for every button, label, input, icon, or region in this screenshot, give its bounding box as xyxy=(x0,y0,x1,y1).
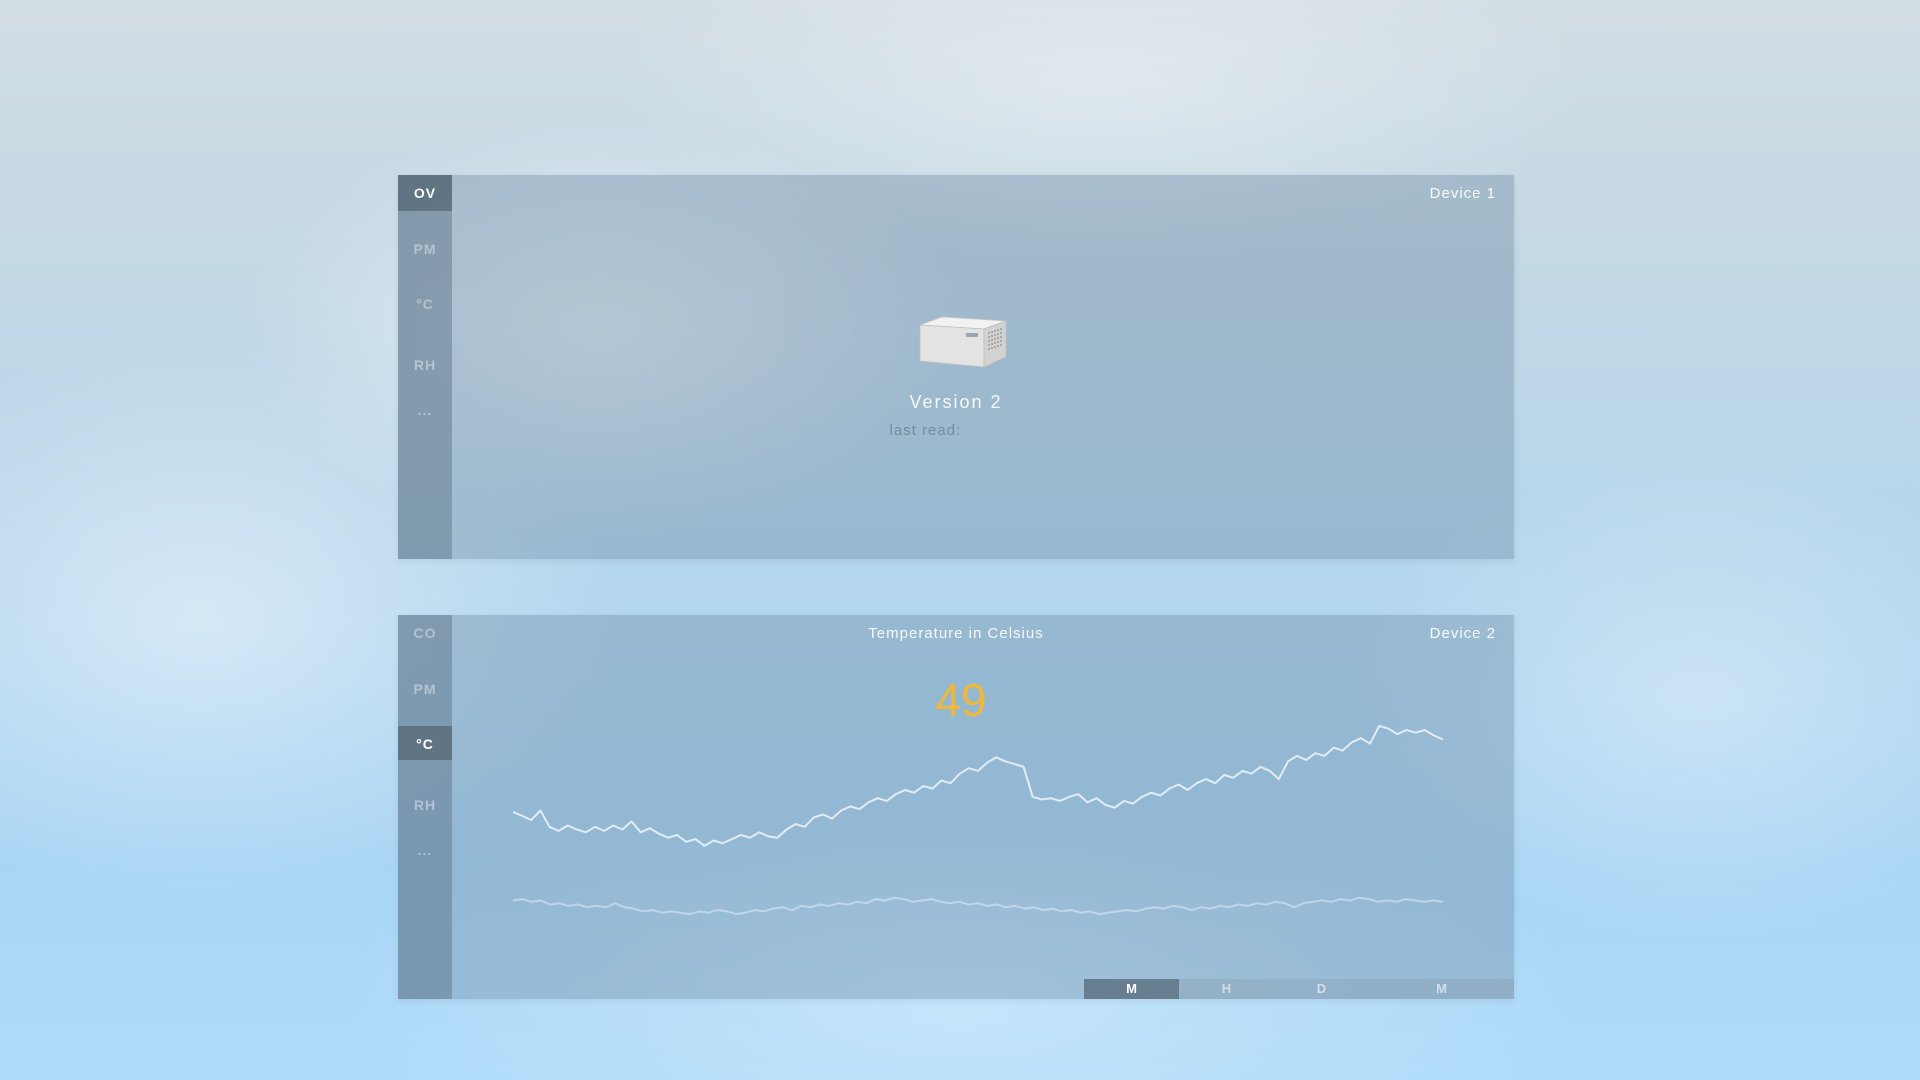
range-day[interactable]: D xyxy=(1274,979,1369,999)
last-read-time: 3:45pm xyxy=(966,422,1023,439)
device-2-panel: CO PM °C RH ... Temperature in Celsius D… xyxy=(398,615,1514,999)
range-month[interactable]: M xyxy=(1369,979,1514,999)
device-box-icon xyxy=(919,316,1007,368)
time-range-selector: M H D M xyxy=(1084,979,1514,999)
sidebar-item-ov[interactable]: OV xyxy=(398,175,452,211)
sidebar-item-celsius[interactable]: °C xyxy=(398,286,452,322)
temperature-chart xyxy=(512,724,1444,916)
device-version: Version 2 xyxy=(909,392,1003,412)
sidebar-item-pm[interactable]: PM xyxy=(398,231,452,267)
panel-1-sidebar: OV PM °C RH ... xyxy=(398,175,452,559)
temperature-series-line-1 xyxy=(512,724,1444,847)
sidebar-item-rh[interactable]: RH xyxy=(398,347,452,383)
device-label: Device 1 xyxy=(1429,185,1496,202)
range-minute[interactable]: M xyxy=(1084,979,1179,999)
last-read: last read: 3:45pm xyxy=(398,422,1514,439)
range-hour[interactable]: H xyxy=(1179,979,1274,999)
last-read-label: last read: xyxy=(889,422,962,439)
device-1-panel: OV PM °C RH ... Device 1 Version 2 last … xyxy=(398,175,1514,559)
temperature-series-line-2 xyxy=(512,896,1444,916)
